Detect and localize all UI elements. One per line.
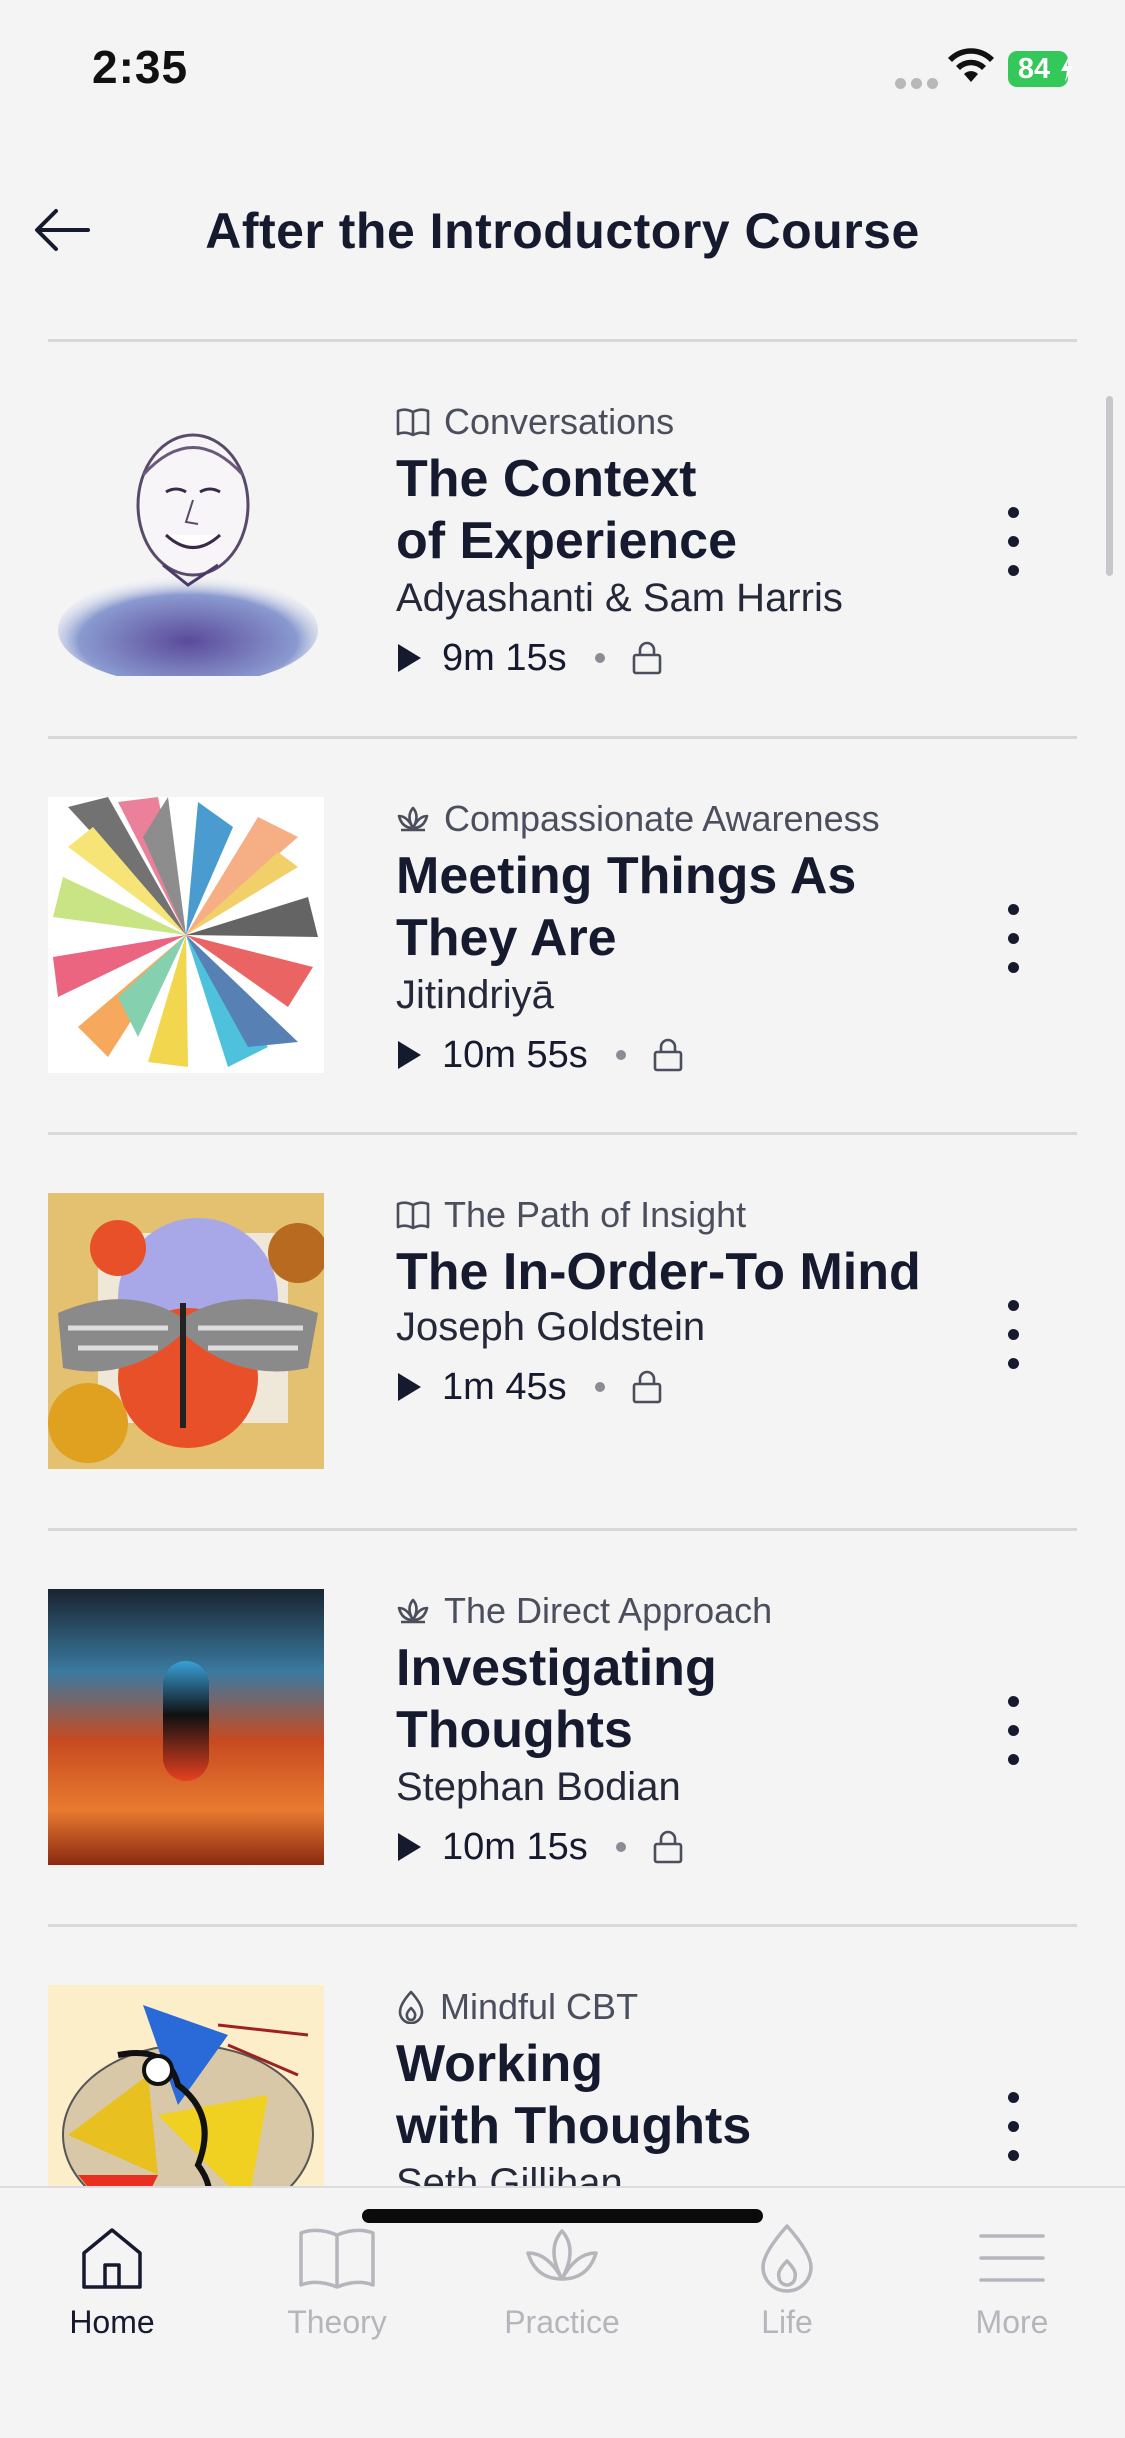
- course-author: Seth Gillihan: [396, 2161, 623, 2186]
- lock-icon: [632, 1370, 661, 1404]
- more-options-button[interactable]: [990, 1274, 1036, 1394]
- course-title: Meeting Things As They Are: [396, 847, 857, 967]
- book-icon: [396, 1201, 430, 1230]
- course-category: Compassionate Awareness: [396, 797, 880, 841]
- course-meta: 1m 45s: [396, 1365, 663, 1409]
- book-icon: [299, 2228, 375, 2289]
- tab-life[interactable]: Life: [687, 2218, 887, 2348]
- course-category: Conversations: [396, 400, 674, 444]
- course-duration: 9m 15s: [442, 636, 567, 679]
- tab-bar: Home Theory Practice Life More: [0, 2186, 1125, 2438]
- course-author: Jitindriyā: [396, 973, 554, 1017]
- home-indicator: [362, 2209, 763, 2223]
- charging-bolt-icon: [1061, 56, 1073, 82]
- more-options-button[interactable]: [990, 2066, 1036, 2186]
- home-icon: [82, 2228, 142, 2289]
- course-meta: 9m 15s: [396, 636, 663, 680]
- menu-icon: [979, 2234, 1045, 2282]
- lotus-icon: [397, 1598, 429, 1624]
- course-meta: 10m 15s: [396, 1825, 684, 1869]
- course-item[interactable]: Compassionate Awareness Meeting Things A…: [0, 737, 1125, 1133]
- course-thumbnail-cubist-face: [48, 1985, 324, 2186]
- battery-icon: 84: [1008, 51, 1073, 87]
- tab-practice[interactable]: Practice: [462, 2218, 662, 2348]
- play-icon: [396, 1832, 422, 1862]
- course-thumbnail-collage: [48, 1193, 324, 1469]
- battery-level: 84: [1017, 53, 1051, 85]
- course-author: Adyashanti & Sam Harris: [396, 576, 843, 620]
- course-duration: 10m 55s: [442, 1033, 588, 1076]
- tab-more[interactable]: More: [912, 2218, 1112, 2348]
- course-category: Mindful CBT: [396, 1985, 638, 2029]
- play-icon: [396, 1040, 422, 1070]
- flame-icon: [398, 1990, 424, 2024]
- course-meta: 10m 55s: [396, 1033, 684, 1077]
- tab-label: Home: [69, 2304, 155, 2340]
- status-time: 2:35: [92, 41, 189, 93]
- course-title: The In-Order-To Mind: [396, 1243, 921, 1301]
- course-title: The Context of Experience: [396, 450, 738, 570]
- course-category-label: The Path of Insight: [444, 1194, 747, 1235]
- lock-icon: [632, 641, 661, 675]
- lock-icon: [653, 1038, 683, 1072]
- course-title: Working with Thoughts: [396, 2035, 752, 2155]
- separator-dot: [615, 1842, 626, 1852]
- course-author: Joseph Goldstein: [396, 1305, 706, 1349]
- separator-dot: [594, 653, 605, 663]
- course-item[interactable]: Conversations The Context of Experience …: [0, 340, 1125, 736]
- course-thumbnail-horizon: [48, 1589, 324, 1865]
- tab-label: Practice: [504, 2304, 620, 2340]
- play-icon: [396, 1372, 422, 1402]
- flame-icon: [761, 2224, 813, 2293]
- more-options-button[interactable]: [990, 878, 1036, 998]
- page-title: After the Introductory Course: [205, 203, 920, 259]
- course-category: The Path of Insight: [396, 1193, 746, 1237]
- cellular-signal-icon: [895, 76, 943, 94]
- separator-dot: [615, 1050, 626, 1060]
- lock-icon: [653, 1830, 683, 1864]
- separator-dot: [594, 1382, 605, 1392]
- more-options-button[interactable]: [990, 1670, 1036, 1790]
- more-options-button[interactable]: [990, 481, 1036, 601]
- book-icon: [396, 408, 430, 437]
- course-item[interactable]: Mindful CBT Working with Thoughts Seth G…: [0, 1925, 1125, 2186]
- tab-label: More: [975, 2304, 1049, 2340]
- tab-theory[interactable]: Theory: [237, 2218, 437, 2348]
- course-duration: 1m 45s: [442, 1365, 567, 1408]
- wifi-icon: [948, 48, 994, 82]
- course-author: Stephan Bodian: [396, 1765, 681, 1809]
- course-category-label: The Direct Approach: [444, 1590, 773, 1631]
- tab-home[interactable]: Home: [12, 2218, 212, 2348]
- course-thumbnail-starburst: [48, 797, 324, 1073]
- course-category-label: Mindful CBT: [440, 1986, 639, 2027]
- lotus-icon: [397, 806, 429, 832]
- course-category-label: Compassionate Awareness: [444, 798, 880, 839]
- lotus-icon: [526, 2229, 598, 2281]
- course-thumbnail-portrait: [48, 400, 324, 676]
- header: After the Introductory Course: [0, 180, 1125, 280]
- play-icon: [396, 643, 422, 673]
- course-category-label: Conversations: [444, 401, 675, 442]
- course-category: The Direct Approach: [396, 1589, 772, 1633]
- course-duration: 10m 15s: [442, 1825, 588, 1868]
- course-item[interactable]: The Path of Insight The In-Order-To Mind…: [0, 1133, 1125, 1529]
- scrollbar[interactable]: [1106, 396, 1113, 576]
- status-bar: 2:35 84: [0, 0, 1125, 140]
- tab-label: Theory: [287, 2304, 387, 2340]
- course-item[interactable]: The Direct Approach Investigating Though…: [0, 1529, 1125, 1925]
- tab-label: Life: [761, 2304, 813, 2340]
- course-title: Investigating Thoughts: [396, 1639, 717, 1759]
